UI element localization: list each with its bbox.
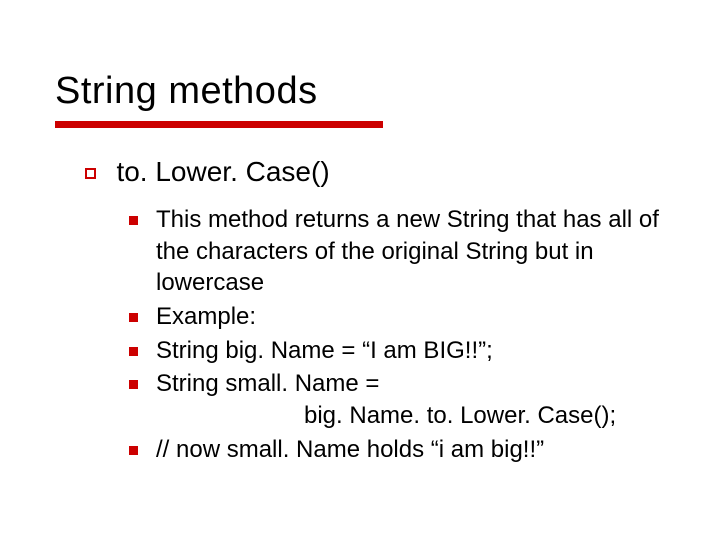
list-item: // now small. Name holds “i am big!!”: [129, 434, 665, 466]
list-item: Example:: [129, 301, 665, 333]
square-bullet-icon: [129, 216, 138, 225]
list-item: This method returns a new String that ha…: [129, 204, 665, 299]
list-item: to. Lower. Case() This method returns a …: [85, 156, 665, 465]
bullet-list-level1: to. Lower. Case() This method returns a …: [55, 156, 665, 465]
square-bullet-icon: [129, 446, 138, 455]
square-bullet-icon: [129, 347, 138, 356]
bullet-list-level2: This method returns a new String that ha…: [85, 204, 665, 465]
square-bullet-icon: [129, 380, 138, 389]
level2-text: String big. Name = “I am BIG!!”;: [156, 335, 493, 367]
level1-text: to. Lower. Case(): [116, 156, 329, 187]
slide: String methods to. Lower. Case() This me…: [0, 0, 720, 540]
line-a: String small. Name =: [156, 370, 379, 397]
line-b: big. Name. to. Lower. Case();: [156, 402, 616, 429]
level2-text: // now small. Name holds “i am big!!”: [156, 434, 544, 466]
list-item: String small. Name = big. Name. to. Lowe…: [129, 368, 665, 431]
level2-text: String small. Name = big. Name. to. Lowe…: [156, 368, 616, 431]
square-bullet-icon: [129, 313, 138, 322]
level2-text: Example:: [156, 301, 256, 333]
title-underline: [55, 121, 383, 128]
level2-text: This method returns a new String that ha…: [156, 204, 665, 299]
slide-title: String methods: [55, 70, 665, 113]
list-item: String big. Name = “I am BIG!!”;: [129, 335, 665, 367]
